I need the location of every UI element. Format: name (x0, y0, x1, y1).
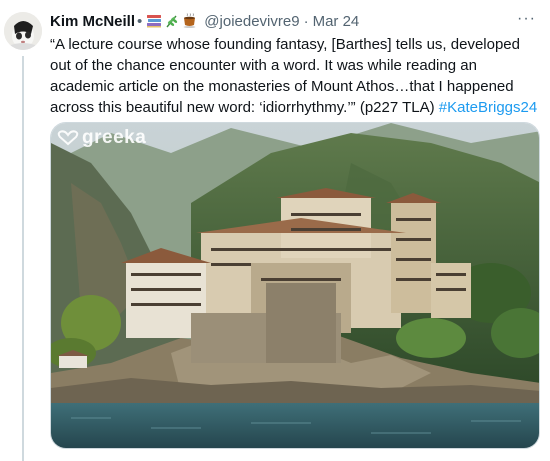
avatar-image (4, 12, 42, 50)
author-name[interactable]: Kim McNeill (50, 13, 135, 30)
tweet-text: “A lecture course whose founding fantasy… (50, 34, 540, 118)
name-separator: • (137, 12, 143, 30)
tweet-date[interactable]: Mar 24 (313, 13, 360, 30)
tweet-card[interactable]: Kim McNeill • @joiedevivre9 · Mar 24 ···… (0, 0, 550, 461)
books-emoji (146, 13, 162, 29)
thread-line (22, 56, 24, 461)
tweet-image[interactable]: greeka (50, 122, 540, 449)
date-separator: · (303, 12, 309, 30)
avatar[interactable] (4, 12, 42, 50)
author-handle[interactable]: @joiedevivre9 (204, 13, 299, 30)
greeka-watermark: greeka (57, 127, 146, 149)
hot-beverage-emoji (182, 13, 198, 29)
hashtag-link[interactable]: #KateBriggs24 (439, 99, 537, 116)
monastery-photo (51, 123, 539, 448)
greeka-logo-icon (57, 130, 79, 146)
tweet-header: Kim McNeill • @joiedevivre9 · Mar 24 (50, 10, 540, 32)
herb-emoji (164, 13, 180, 29)
more-options-icon[interactable]: ··· (517, 10, 536, 28)
watermark-text: greeka (82, 127, 147, 148)
tweet-content: Kim McNeill • @joiedevivre9 · Mar 24 ···… (50, 10, 540, 118)
